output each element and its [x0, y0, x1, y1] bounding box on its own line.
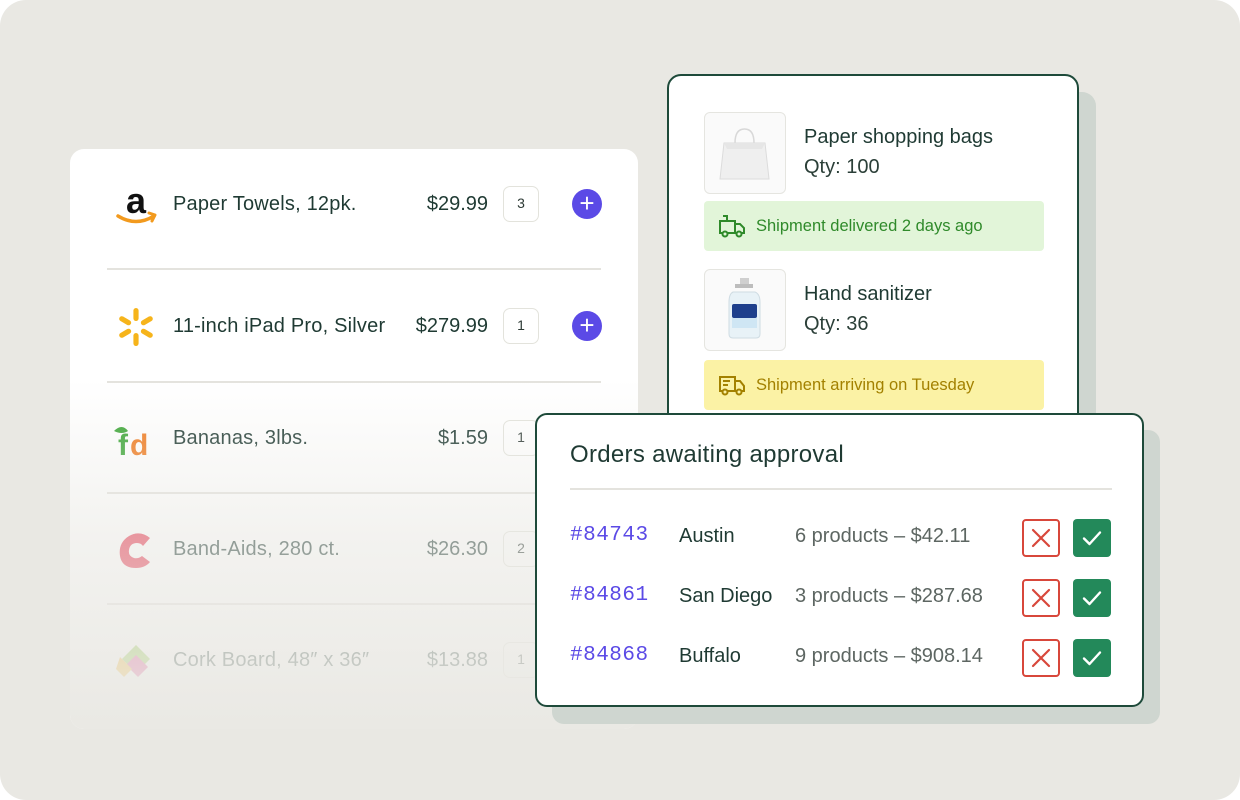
add-to-cart-button[interactable]: +: [572, 189, 602, 219]
quantity-field[interactable]: 1: [503, 420, 539, 456]
list-item[interactable]: 11-inch iPad Pro, Silver $279.99 1 +: [70, 271, 638, 381]
product-name: 11-inch iPad Pro, Silver: [173, 315, 386, 337]
staples-logo: [119, 533, 150, 568]
amazon-logo: a: [116, 183, 157, 224]
quantity-field[interactable]: 3: [503, 186, 539, 222]
walmart-logo: [119, 308, 153, 346]
product-price: $13.88: [426, 649, 488, 671]
package-delivered-icon: [719, 215, 745, 238]
product-title: Paper shopping bags: [804, 126, 994, 148]
order-row: #84868 Buffalo 9 products – $908.14: [537, 638, 1142, 678]
approve-button[interactable]: [1073, 639, 1111, 677]
quantity-field[interactable]: 2: [503, 531, 539, 567]
status-badge: Shipment arriving on Tuesday: [704, 360, 1044, 410]
cork-logo: [116, 645, 150, 677]
order-id-link[interactable]: #84868: [570, 644, 649, 667]
product-price: $1.59: [437, 427, 488, 449]
svg-text:f: f: [118, 429, 129, 461]
shipment-item[interactable]: Hand sanitizer Qty: 36: [704, 269, 1074, 351]
list-item[interactable]: a Paper Towels, 12pk. $29.99 3 +: [70, 149, 638, 259]
title-divider: [570, 488, 1112, 490]
checkmark-icon: [1082, 651, 1102, 666]
reject-button[interactable]: [1022, 579, 1060, 617]
svg-text:a: a: [126, 183, 147, 221]
approve-button[interactable]: [1073, 579, 1111, 617]
checkmark-icon: [1082, 531, 1102, 546]
freshdirect-logo: f d: [114, 427, 148, 461]
delivery-truck-icon: [719, 376, 745, 396]
add-to-cart-button[interactable]: +: [572, 311, 602, 341]
quantity-field[interactable]: 1: [503, 308, 539, 344]
product-name: Paper Towels, 12pk.: [173, 193, 357, 215]
checkmark-icon: [1082, 591, 1102, 606]
order-city: San Diego: [679, 585, 773, 607]
order-row: #84743 Austin 6 products – $42.11: [537, 518, 1142, 558]
order-summary: 9 products – $908.14: [795, 645, 983, 667]
product-price: $29.99: [426, 193, 488, 215]
order-id-link[interactable]: #84861: [570, 584, 649, 607]
x-icon: [1031, 648, 1051, 668]
order-id-link[interactable]: #84743: [570, 524, 649, 547]
order-row: #84861 San Diego 3 products – $287.68: [537, 578, 1142, 618]
order-city: Buffalo: [679, 645, 741, 667]
approve-button[interactable]: [1073, 519, 1111, 557]
product-quantity: Qty: 100: [804, 156, 880, 178]
status-badge: Shipment delivered 2 days ago: [704, 201, 1044, 251]
sanitizer-bottle-image: [704, 269, 786, 351]
plus-icon: +: [579, 310, 595, 340]
approvals-title: Orders awaiting approval: [570, 441, 845, 468]
product-name: Cork Board, 48″ x 36″: [173, 649, 370, 671]
quantity-field[interactable]: 1: [503, 642, 539, 678]
shipment-item[interactable]: Paper shopping bags Qty: 100: [704, 112, 1074, 194]
svg-text:d: d: [130, 429, 148, 461]
order-summary: 6 products – $42.11: [795, 525, 971, 547]
product-name: Band-Aids, 280 ct.: [173, 538, 341, 560]
background-canvas: a Paper Towels, 12pk. $29.99 3 + 11-inch…: [0, 0, 1240, 800]
x-icon: [1031, 588, 1051, 608]
order-summary: 3 products – $287.68: [795, 585, 983, 607]
status-text: Shipment arriving on Tuesday: [756, 376, 975, 394]
order-city: Austin: [679, 525, 735, 547]
reject-button[interactable]: [1022, 639, 1060, 677]
row-divider: [107, 268, 601, 270]
paper-bag-image: [704, 112, 786, 194]
x-icon: [1031, 528, 1051, 548]
approvals-card: Orders awaiting approval #84743 Austin 6…: [535, 413, 1144, 707]
product-price: $26.30: [426, 538, 488, 560]
status-text: Shipment delivered 2 days ago: [756, 217, 983, 235]
reject-button[interactable]: [1022, 519, 1060, 557]
product-quantity: Qty: 36: [804, 313, 869, 335]
shipments-card: Paper shopping bags Qty: 100 Shipment de…: [667, 74, 1079, 434]
product-price: $279.99: [415, 315, 488, 337]
plus-icon: +: [579, 188, 595, 218]
product-title: Hand sanitizer: [804, 283, 932, 305]
product-name: Bananas, 3lbs.: [173, 427, 309, 449]
